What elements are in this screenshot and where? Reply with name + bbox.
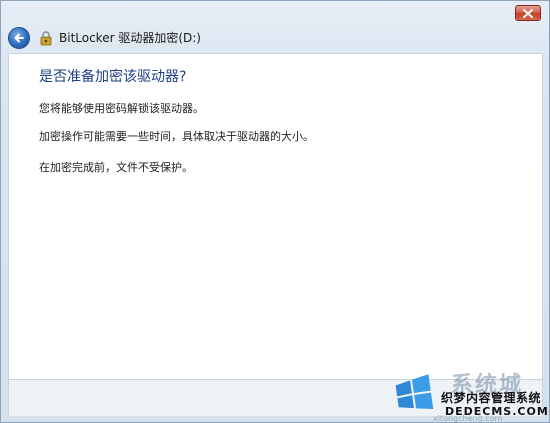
info-text-protection: 在加密完成前，文件不受保护。 [39,161,193,174]
info-text-password: 您将能够使用密码解锁该驱动器。 [39,102,204,115]
close-icon [523,8,533,18]
page-heading: 是否准备加密该驱动器? [39,69,187,85]
back-arrow-icon [14,33,24,43]
bitlocker-key-icon [40,31,52,46]
info-text-duration: 加密操作可能需要一些时间，具体取决于驱动器的大小。 [39,130,314,143]
bitlocker-window: BitLocker 驱动器加密(D:) 是否准备加密该驱动器? 您将能够使用密码… [0,0,550,423]
close-button[interactable] [515,5,541,21]
watermark-cn-text: 织梦内容管理系统 [441,391,542,405]
content-pane: 是否准备加密该驱动器? 您将能够使用密码解锁该驱动器。 加密操作可能需要一些时间… [8,53,543,380]
window-title: BitLocker 驱动器加密(D:) [59,31,201,45]
title-bar: BitLocker 驱动器加密(D:) [1,23,549,53]
watermark: 系统城 织梦内容管理系统 DEDECMS.COM xitongcheng.com [389,367,549,423]
windows-logo-icon [395,374,434,409]
watermark-sub: xitongcheng.com [433,414,503,423]
back-button[interactable] [8,27,30,49]
